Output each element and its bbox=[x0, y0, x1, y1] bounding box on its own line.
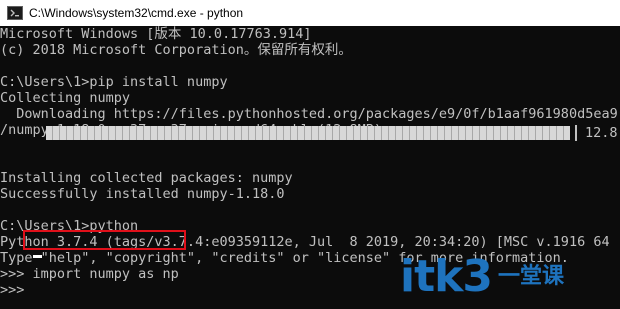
console-prompt-line[interactable]: >>> bbox=[0, 282, 33, 299]
title-bar[interactable]: C:\Windows\system32\cmd.exe - python bbox=[0, 0, 620, 26]
watermark-main-text: itk3 bbox=[400, 251, 493, 302]
console-line: >>> import numpy as np bbox=[0, 266, 179, 282]
console-line: Collecting numpy bbox=[0, 90, 131, 106]
text-cursor bbox=[33, 255, 42, 258]
console-line: (c) 2018 Microsoft Corporation。保留所有权利。 bbox=[0, 42, 352, 58]
progress-size-text: 12.8 bbox=[585, 125, 618, 141]
console-line: C:\Users\1>pip install numpy bbox=[0, 74, 228, 90]
console-line: Downloading https://files.pythonhosted.o… bbox=[0, 106, 618, 122]
console-line: Installing collected packages: numpy bbox=[0, 170, 293, 186]
command-highlight-box bbox=[23, 230, 186, 250]
watermark-side-text: 一堂课 bbox=[498, 264, 565, 289]
window-title: C:\Windows\system32\cmd.exe - python bbox=[29, 6, 244, 20]
cmd-window: C:\Windows\system32\cmd.exe - python Mic… bbox=[0, 0, 620, 309]
console-line: Microsoft Windows [版本 10.0.17763.914] bbox=[0, 26, 312, 42]
progress-separator bbox=[575, 125, 577, 141]
cmd-icon bbox=[7, 6, 23, 20]
console-line: Successfully installed numpy-1.18.0 bbox=[0, 186, 285, 202]
download-progress-bar bbox=[46, 126, 570, 140]
watermark-logo: itk3 一堂课 bbox=[400, 245, 620, 309]
